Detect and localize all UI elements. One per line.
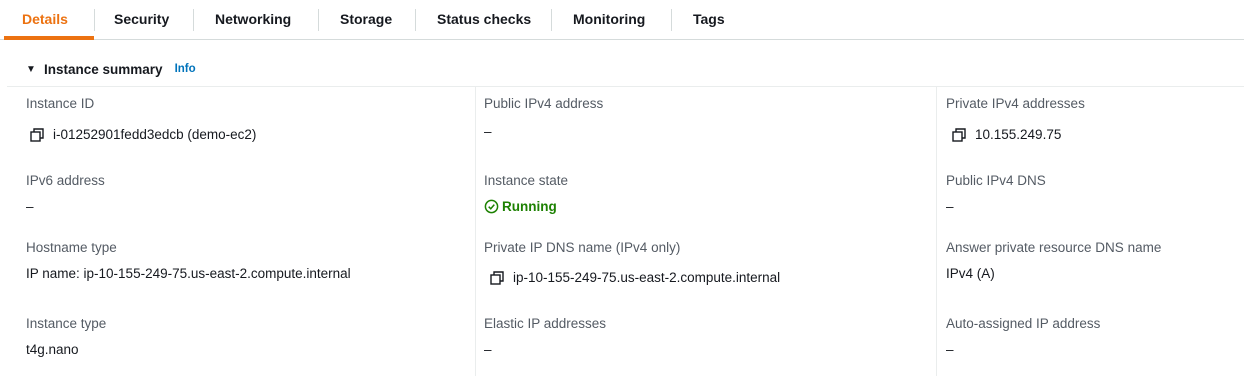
instance-id-label: Instance ID bbox=[26, 96, 95, 111]
auto-assigned-ip-value: – bbox=[946, 342, 954, 357]
private-ip-dns-value: ip-10-155-249-75.us-east-2.compute.inter… bbox=[490, 270, 780, 285]
private-ipv4-label: Private IPv4 addresses bbox=[946, 96, 1085, 111]
tab-status-checks[interactable]: Status checks bbox=[437, 0, 531, 40]
instance-state-label: Instance state bbox=[484, 173, 569, 188]
tab-separator bbox=[94, 9, 95, 31]
ipv6-label: IPv6 address bbox=[26, 173, 105, 188]
tab-separator bbox=[318, 9, 319, 31]
caret-down-icon[interactable]: ▼ bbox=[26, 64, 36, 75]
tab-tags[interactable]: Tags bbox=[693, 0, 725, 40]
auto-assigned-ip-label: Auto-assigned IP address bbox=[946, 316, 1101, 331]
tab-details[interactable]: Details bbox=[22, 0, 68, 40]
public-ipv4-dns-value: – bbox=[946, 199, 954, 214]
column-divider bbox=[475, 87, 476, 376]
instance-state-text: Running bbox=[502, 199, 557, 214]
instance-summary-header[interactable]: ▼ Instance summary Info bbox=[26, 58, 196, 80]
instance-id-value: i-01252901fedd3edcb (demo-ec2) bbox=[30, 127, 256, 142]
tab-networking[interactable]: Networking bbox=[215, 0, 291, 40]
tab-bar: Details Security Networking Storage Stat… bbox=[0, 0, 1244, 40]
section-divider bbox=[7, 86, 1244, 87]
instance-id-text: i-01252901fedd3edcb (demo-ec2) bbox=[53, 127, 257, 142]
answer-private-dns-value: IPv4 (A) bbox=[946, 266, 995, 281]
ipv6-value: – bbox=[26, 199, 34, 214]
active-tab-indicator bbox=[4, 36, 94, 40]
private-ip-dns-label: Private IP DNS name (IPv4 only) bbox=[484, 240, 681, 255]
public-ipv4-label: Public IPv4 address bbox=[484, 96, 604, 111]
tab-monitoring[interactable]: Monitoring bbox=[573, 0, 645, 40]
instance-type-label: Instance type bbox=[26, 316, 107, 331]
tab-separator bbox=[551, 9, 552, 31]
elastic-ip-label: Elastic IP addresses bbox=[484, 316, 607, 331]
copy-icon[interactable] bbox=[952, 127, 966, 142]
instance-type-value: t4g.nano bbox=[26, 342, 79, 357]
private-ipv4-value: 10.155.249.75 bbox=[952, 127, 1061, 142]
instance-state-value: Running bbox=[484, 199, 557, 214]
hostname-type-value: IP name: ip-10-155-249-75.us-east-2.comp… bbox=[26, 266, 351, 281]
instance-summary-title: Instance summary bbox=[44, 61, 163, 77]
private-ip-dns-text: ip-10-155-249-75.us-east-2.compute.inter… bbox=[513, 270, 781, 285]
public-ipv4-value: – bbox=[484, 124, 492, 139]
answer-private-dns-label: Answer private resource DNS name bbox=[946, 240, 1162, 255]
hostname-type-label: Hostname type bbox=[26, 240, 117, 255]
tab-separator bbox=[671, 9, 672, 31]
column-divider bbox=[936, 87, 937, 376]
tab-separator bbox=[415, 9, 416, 31]
copy-icon[interactable] bbox=[30, 127, 44, 142]
tab-security[interactable]: Security bbox=[114, 0, 169, 40]
tab-storage[interactable]: Storage bbox=[340, 0, 392, 40]
info-link[interactable]: Info bbox=[175, 63, 196, 75]
copy-icon[interactable] bbox=[490, 270, 504, 285]
public-ipv4-dns-label: Public IPv4 DNS bbox=[946, 173, 1046, 188]
check-circle-icon bbox=[484, 199, 499, 214]
private-ipv4-text: 10.155.249.75 bbox=[975, 127, 1062, 142]
tab-separator bbox=[193, 9, 194, 31]
elastic-ip-value: – bbox=[484, 342, 492, 357]
